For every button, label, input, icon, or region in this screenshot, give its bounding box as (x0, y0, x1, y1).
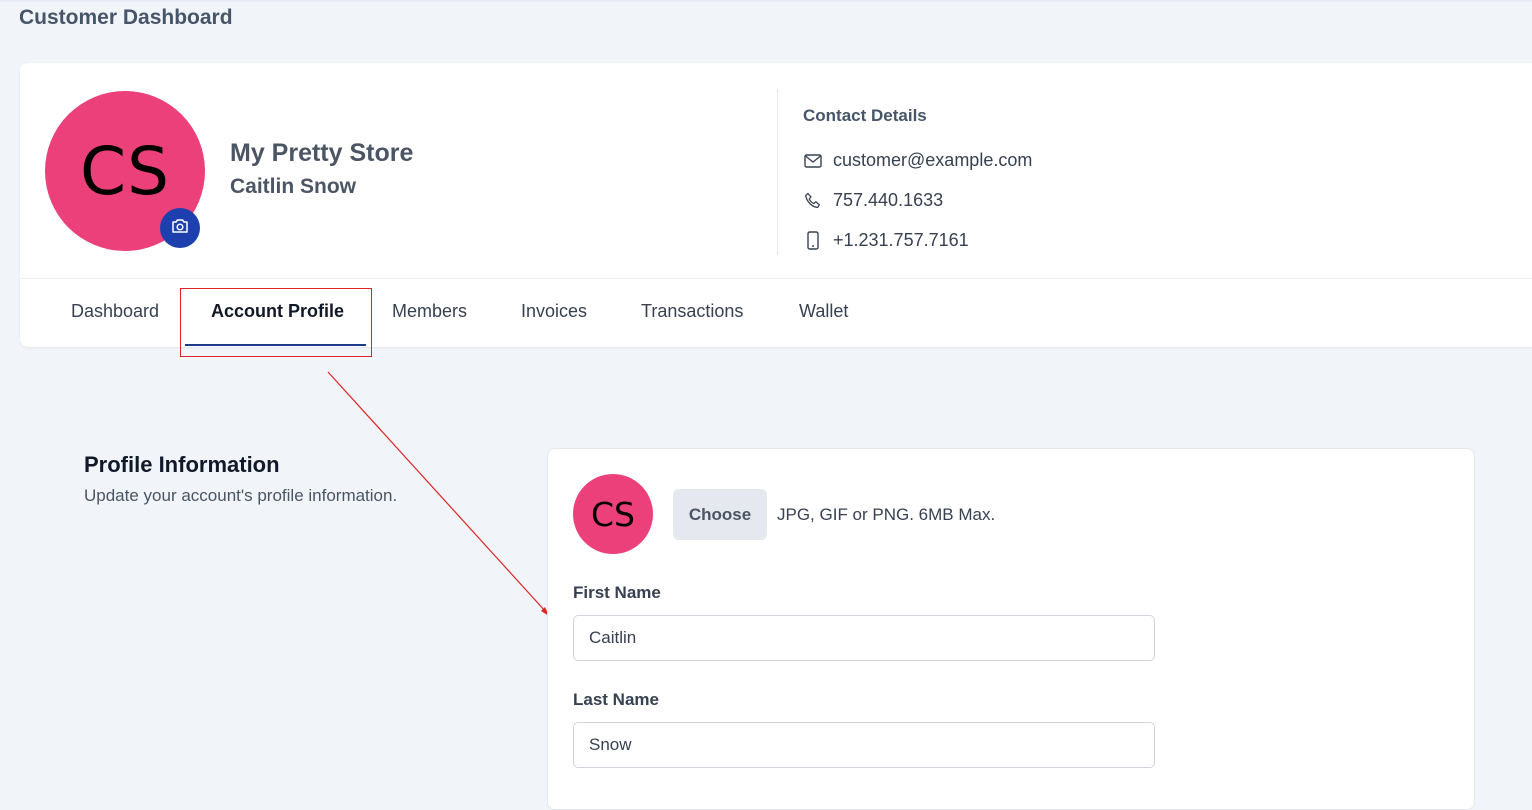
form-avatar: CS (573, 474, 653, 554)
last-name-field[interactable] (573, 722, 1155, 768)
photo-hint: JPG, GIF or PNG. 6MB Max. (777, 505, 996, 524)
section-title: Profile Information (84, 452, 280, 477)
first-name-field[interactable] (573, 615, 1155, 661)
choose-photo-button[interactable]: Choose (673, 489, 767, 540)
profile-form-card: CS Choose JPG, GIF or PNG. 6MB Max. Firs… (547, 448, 1475, 810)
form-avatar-initials: CS (591, 494, 635, 534)
first-name-label: First Name (573, 583, 661, 602)
last-name-label: Last Name (573, 690, 659, 709)
section-subtitle: Update your account's profile informatio… (84, 486, 398, 505)
